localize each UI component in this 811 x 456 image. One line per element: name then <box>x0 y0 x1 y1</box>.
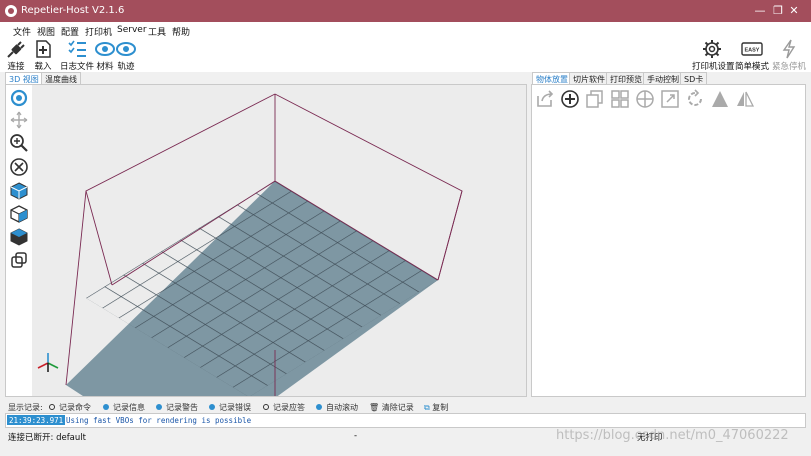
log-commands-toggle[interactable]: 记录命令 <box>49 402 91 413</box>
radio-icon <box>156 404 162 410</box>
arrange-grid-icon[interactable] <box>610 89 630 109</box>
radio-icon <box>103 404 109 410</box>
eye-icon <box>95 42 115 56</box>
connect-button[interactable]: 连接 <box>4 38 28 72</box>
log-console[interactable]: 21:39:23.971 Using fast VBOs for renderi… <box>5 413 806 428</box>
easy-mode-button[interactable]: EASY 简单模式 <box>735 38 769 72</box>
clear-log-label: 清除记录 <box>381 403 414 412</box>
menu-tools[interactable]: 工具 <box>148 25 166 38</box>
auto-scroll-toggle[interactable]: 自动滚动 <box>316 402 358 413</box>
tab-temperature-curve[interactable]: 温度曲线 <box>41 72 81 84</box>
lightning-icon <box>782 39 796 59</box>
log-file-button[interactable]: 日志文件 <box>59 38 95 72</box>
printer-settings-button[interactable]: 打印机设置 <box>692 38 735 72</box>
log-warnings-label: 记录警告 <box>166 403 198 412</box>
menu-server[interactable]: Server <box>117 25 147 35</box>
view-tools-sidebar <box>6 85 32 396</box>
axis-indicator <box>37 353 59 372</box>
plug-icon <box>7 41 25 58</box>
scale-object-icon[interactable] <box>660 89 680 109</box>
main-toolbar: 连接 载入 日志文件 材料 轨迹 打印机设置 EASY 简单模式 紧急停机 <box>0 38 811 72</box>
center-object-icon[interactable] <box>635 89 655 109</box>
window-title: Repetier-Host V2.1.6 <box>21 5 125 16</box>
app-logo-icon <box>5 5 17 17</box>
front-view-icon[interactable] <box>9 181 29 201</box>
tab-slicer[interactable]: 切片软件 <box>569 72 609 84</box>
menu-view[interactable]: 视图 <box>37 25 55 38</box>
log-options-label: 显示记录: <box>8 403 43 412</box>
watermark: https://blog.csdn.net/m0_47060222 <box>556 428 789 443</box>
object-placement-panel <box>531 84 806 397</box>
side-view-icon[interactable] <box>9 204 29 224</box>
log-info-label: 记录信息 <box>113 403 145 412</box>
load-label: 载入 <box>34 62 52 72</box>
tab-manual-control[interactable]: 手动控制 <box>643 72 683 84</box>
tab-object-placement[interactable]: 物体放置 <box>532 72 572 84</box>
log-message: Using fast VBOs for rendering is possibl… <box>66 416 252 425</box>
log-timestamp: 21:39:23.971 <box>7 415 66 425</box>
log-commands-label: 记录命令 <box>59 403 91 412</box>
auto-scroll-label: 自动滚动 <box>326 403 358 412</box>
menu-file[interactable]: 文件 <box>13 25 31 38</box>
zoom-icon[interactable] <box>9 133 29 153</box>
tab-print-preview[interactable]: 打印预览 <box>606 72 646 84</box>
eye-icon <box>116 42 136 56</box>
trash-icon: 🗑 <box>369 403 382 412</box>
connection-status: 连接已断开: default <box>8 433 86 443</box>
connect-label: 连接 <box>7 62 25 72</box>
tab-sd-card[interactable]: SD卡 <box>680 72 708 84</box>
menu-printer[interactable]: 打印机 <box>85 25 112 38</box>
log-info-toggle[interactable]: 记录信息 <box>103 402 145 413</box>
close-icon[interactable]: ✕ <box>777 0 811 22</box>
gear-icon <box>703 40 721 58</box>
easy-mode-label: 简单模式 <box>735 62 770 72</box>
copy-log-label: 复制 <box>432 403 449 412</box>
menu-bar: 文件 视图 配置 打印机 Server 工具 帮助 <box>0 22 811 38</box>
menu-config[interactable]: 配置 <box>61 25 79 38</box>
status-separator: - <box>354 431 358 441</box>
easy-badge: EASY <box>745 48 760 54</box>
add-object-icon[interactable] <box>560 89 580 109</box>
path-button[interactable]: 轨迹 <box>116 38 136 72</box>
radio-icon <box>316 404 322 410</box>
mirror-object-icon[interactable] <box>735 89 755 109</box>
rotate-object-icon[interactable] <box>685 89 705 109</box>
log-responses-toggle[interactable]: 记录应答 <box>263 402 305 413</box>
easy-mode-icon: EASY <box>741 42 763 56</box>
printer-settings-label: 打印机设置 <box>692 62 735 72</box>
log-label: 日志文件 <box>59 62 94 72</box>
tab-3d-view[interactable]: 3D 视图 <box>5 72 43 84</box>
top-view-icon[interactable] <box>9 227 29 247</box>
log-errors-label: 记录错误 <box>219 403 251 412</box>
emergency-stop-button[interactable]: 紧急停机 <box>772 38 806 72</box>
move-view-icon[interactable] <box>9 110 29 130</box>
print-bed-scene[interactable] <box>6 85 527 397</box>
material-button[interactable]: 材料 <box>95 38 115 72</box>
path-label: 轨迹 <box>117 62 135 72</box>
perspective-icon[interactable] <box>9 250 29 270</box>
clear-log-button[interactable]: 🗑 清除记录 <box>369 402 414 413</box>
rotate-view-icon[interactable] <box>9 88 29 108</box>
log-options-bar: 显示记录: 记录命令 记录信息 记录警告 记录错误 记录应答 自动滚动 🗑 清除… <box>5 401 806 413</box>
load-button[interactable]: 载入 <box>32 38 54 72</box>
emergency-stop-label: 紧急停机 <box>772 62 807 72</box>
cut-object-icon[interactable] <box>710 89 730 109</box>
log-errors-toggle[interactable]: 记录错误 <box>209 402 251 413</box>
3d-viewport[interactable] <box>5 84 527 397</box>
menu-help[interactable]: 帮助 <box>172 25 190 38</box>
log-responses-label: 记录应答 <box>273 403 305 412</box>
radio-icon <box>49 404 55 410</box>
copy-object-icon[interactable] <box>585 89 605 109</box>
checklist-icon <box>68 40 86 57</box>
material-label: 材料 <box>96 62 114 72</box>
add-file-icon <box>36 40 51 58</box>
share-icon[interactable] <box>535 89 555 109</box>
title-bar: Repetier-Host V2.1.6 — ❐ ✕ <box>0 0 811 22</box>
radio-icon <box>209 404 215 410</box>
fit-view-icon[interactable] <box>9 157 29 177</box>
log-warnings-toggle[interactable]: 记录警告 <box>156 402 198 413</box>
copy-log-button[interactable]: ⧉ 复制 <box>424 402 448 413</box>
radio-icon <box>263 404 269 410</box>
